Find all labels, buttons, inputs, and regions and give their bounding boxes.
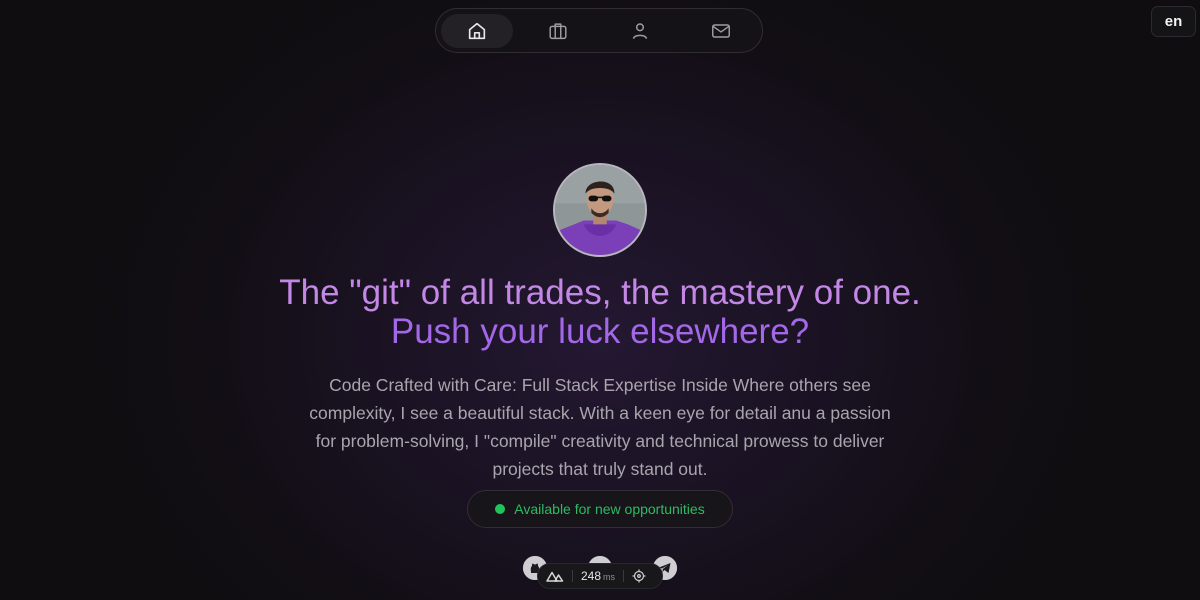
nav-home[interactable] (441, 13, 513, 48)
divider (623, 570, 625, 582)
top-navigation (435, 8, 763, 53)
render-time: 248 ms (581, 569, 615, 583)
avatar (553, 163, 647, 257)
hero-headline: The "git" of all trades, the mastery of … (0, 273, 1200, 351)
crosshair-icon[interactable] (632, 569, 646, 583)
headline-line-2: Push your luck elsewhere? (390, 312, 810, 351)
nav-projects[interactable] (523, 14, 595, 48)
headline-line-1: The "git" of all trades, the mastery of … (279, 273, 921, 312)
render-time-value: 248 (581, 569, 602, 583)
hero-description: Code Crafted with Care: Full Stack Exper… (309, 375, 891, 479)
divider (572, 570, 573, 582)
availability-text: Available for new opportunities (514, 501, 705, 517)
user-icon (632, 22, 647, 39)
briefcase-icon (549, 22, 567, 39)
status-dot-icon (495, 504, 506, 514)
render-time-unit: ms (603, 572, 616, 582)
language-switcher[interactable]: en (1151, 6, 1196, 37)
mail-icon (712, 23, 731, 38)
availability-badge: Available for new opportunities (467, 490, 733, 528)
nuxt-logo-icon (546, 571, 564, 582)
nav-contact[interactable] (686, 14, 758, 48)
devtools-performance-pill[interactable]: 248 ms (537, 563, 663, 589)
nav-about[interactable] (604, 14, 676, 48)
home-icon (468, 22, 485, 39)
